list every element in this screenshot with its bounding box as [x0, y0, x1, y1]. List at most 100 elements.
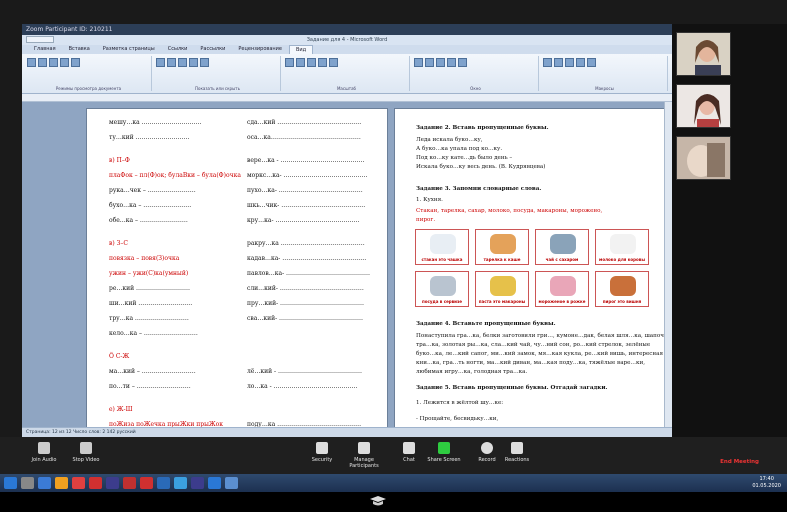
- ribbon-button-icon[interactable]: [458, 58, 467, 67]
- vertical-scrollbar[interactable]: [664, 102, 672, 427]
- taskbar-app-icon[interactable]: [89, 477, 102, 489]
- ribbon-tab[interactable]: Вид: [289, 45, 314, 54]
- zoom-control-participants[interactable]: Manage Participants: [344, 442, 384, 469]
- vocab-picture: посуда в сервизе: [415, 271, 469, 307]
- ribbon-button-icon[interactable]: [587, 58, 596, 67]
- ribbon-button-icon[interactable]: [565, 58, 574, 67]
- zoom-control-camera[interactable]: Stop Video: [66, 442, 106, 463]
- page1-line-right: сва…кий- ……………………………………: [247, 315, 363, 322]
- ribbon-button-icon[interactable]: [576, 58, 585, 67]
- taskbar-app-icon[interactable]: [225, 477, 238, 489]
- ribbon-tab[interactable]: Рассылки: [194, 45, 231, 54]
- zoom-control-chat[interactable]: Chat: [389, 442, 429, 463]
- clock-date: 01.05.2020: [752, 483, 781, 489]
- zoom-controls-bar: Join Audio Stop Video Security Manage Parti…: [0, 437, 787, 474]
- camera-icon: [80, 442, 92, 454]
- ribbon-tabs: Главная Вставка Разметка страницы Ссылки Рас…: [22, 45, 672, 54]
- ribbon-button-icon[interactable]: [27, 58, 36, 67]
- ribbon-button-icon[interactable]: [60, 58, 69, 67]
- vocab-picture-caption: пирог это вишня: [602, 299, 642, 304]
- graduation-cap-icon: [370, 496, 386, 506]
- page1-line-right: пру…кий- ……………………………………: [247, 300, 365, 307]
- zoom-control-label: Manage Participants: [349, 457, 379, 469]
- vocab-picture-caption: стакан это чашка: [421, 257, 463, 262]
- end-meeting-button[interactable]: End Meeting: [720, 459, 759, 465]
- taskbar-app-icon[interactable]: [123, 477, 136, 489]
- taskbar-app-icon[interactable]: [21, 477, 34, 489]
- task-4-line: буко…ка, ле…кий сапог, ми…кий замок, мя……: [416, 351, 664, 357]
- word-window-title: Задание для 4 - Microsoft Word: [306, 37, 388, 43]
- word-window: Задание для 4 - Microsoft Word Главная Вс…: [22, 35, 672, 437]
- quick-access-toolbar[interactable]: [26, 36, 54, 43]
- taskbar-app-icon[interactable]: [38, 477, 51, 489]
- taskbar-app-icon[interactable]: [191, 477, 204, 489]
- document-area: мешу…ка ………………………… сда…кий ………………………………………: [22, 102, 672, 428]
- ribbon-button-icon[interactable]: [318, 58, 327, 67]
- ribbon-button-icon[interactable]: [414, 58, 423, 67]
- ribbon-button-icon[interactable]: [49, 58, 58, 67]
- participant-video-1[interactable]: [676, 32, 731, 76]
- vocab-picture: пирог это вишня: [595, 271, 649, 307]
- ribbon-button-icon[interactable]: [554, 58, 563, 67]
- ribbon-button-icon[interactable]: [296, 58, 305, 67]
- taskbar-app-icon[interactable]: [208, 477, 221, 489]
- taskbar-app-icon[interactable]: [106, 477, 119, 489]
- chat-icon: [403, 442, 415, 454]
- zoom-control-headphones[interactable]: Join Audio: [24, 442, 64, 463]
- participant-video-3[interactable]: [676, 136, 731, 180]
- taskbar-app-icon[interactable]: [55, 477, 68, 489]
- page1-line-left: плаФок – пл(Ф)ок; булаВки – була(Ф)очка: [109, 172, 241, 179]
- task-4-line: кни…ка, гра…ть ногти, ма…кий диван, ма…к…: [416, 360, 646, 366]
- page1-line-right: ракру…ка ……………………………………: [247, 240, 365, 247]
- vocab-picture-icon: [550, 234, 576, 254]
- vocab-picture-caption: тарелка к каше: [483, 257, 521, 262]
- ribbon-tab[interactable]: Главная: [28, 45, 62, 54]
- document-page-left[interactable]: мешу…ка ………………………… сда…кий ………………………………………: [86, 108, 388, 428]
- document-page-right[interactable]: Задание 2. Вставь пропущенные буквы. Леда…: [394, 108, 670, 428]
- ribbon-button-icon[interactable]: [447, 58, 456, 67]
- ribbon-button-icon[interactable]: [200, 58, 209, 67]
- task-3-words-2: пирог.: [416, 217, 436, 223]
- vocab-picture: молоко для коровы: [595, 229, 649, 265]
- page1-line-left: e) Ж-Ш: [109, 406, 133, 413]
- vocab-picture: чай с сахаром: [535, 229, 589, 265]
- task-3-title: Задание 3. Запомни словарные слова.: [416, 186, 542, 192]
- vocab-picture-caption: молоко для коровы: [599, 257, 645, 262]
- ribbon-tab[interactable]: Ссылки: [162, 45, 194, 54]
- ribbon-button-icon[interactable]: [167, 58, 176, 67]
- ribbon-button-icon[interactable]: [543, 58, 552, 67]
- ribbon-button-icon[interactable]: [38, 58, 47, 67]
- taskbar-app-icon[interactable]: [4, 477, 17, 489]
- zoom-control-shield[interactable]: Security: [302, 442, 342, 463]
- taskbar-app-icon[interactable]: [72, 477, 85, 489]
- ruler: [22, 94, 672, 102]
- ribbon-button-icon[interactable]: [178, 58, 187, 67]
- ribbon-button-icon[interactable]: [156, 58, 165, 67]
- vocab-picture: стакан это чашка: [415, 229, 469, 265]
- ribbon-button-icon[interactable]: [189, 58, 198, 67]
- ribbon-button-icon[interactable]: [285, 58, 294, 67]
- ribbon-button-icon[interactable]: [329, 58, 338, 67]
- share-screen-icon: [438, 442, 450, 454]
- ribbon-group-label: Режимы просмотра документа: [55, 86, 122, 91]
- ribbon-button-icon[interactable]: [436, 58, 445, 67]
- task-5-title: Задание 5. Вставь пропущенные буквы. Отг…: [416, 385, 608, 391]
- zoom-title-bar: Zoom Participant ID: 210211: [22, 24, 672, 35]
- ribbon-tab[interactable]: Вставка: [63, 45, 96, 54]
- zoom-control-share-screen[interactable]: Share Screen: [424, 442, 464, 463]
- ribbon-group-label: Окно: [470, 86, 481, 91]
- ribbon-button-icon[interactable]: [425, 58, 434, 67]
- vocab-picture-icon: [430, 276, 456, 296]
- taskbar-app-icon[interactable]: [157, 477, 170, 489]
- ribbon-button-icon[interactable]: [307, 58, 316, 67]
- taskbar-app-icon[interactable]: [174, 477, 187, 489]
- ribbon-tab[interactable]: Рецензирование: [232, 45, 288, 54]
- participant-video-2[interactable]: [676, 84, 731, 128]
- reactions-icon: [511, 442, 523, 454]
- ribbon-button-icon[interactable]: [71, 58, 80, 67]
- vocab-picture-icon: [610, 234, 636, 254]
- zoom-control-reactions[interactable]: Reactions: [497, 442, 537, 463]
- taskbar-app-icon[interactable]: [140, 477, 153, 489]
- ribbon-tab[interactable]: Разметка страницы: [97, 45, 161, 54]
- ribbon-group-label: Макросы: [595, 86, 614, 91]
